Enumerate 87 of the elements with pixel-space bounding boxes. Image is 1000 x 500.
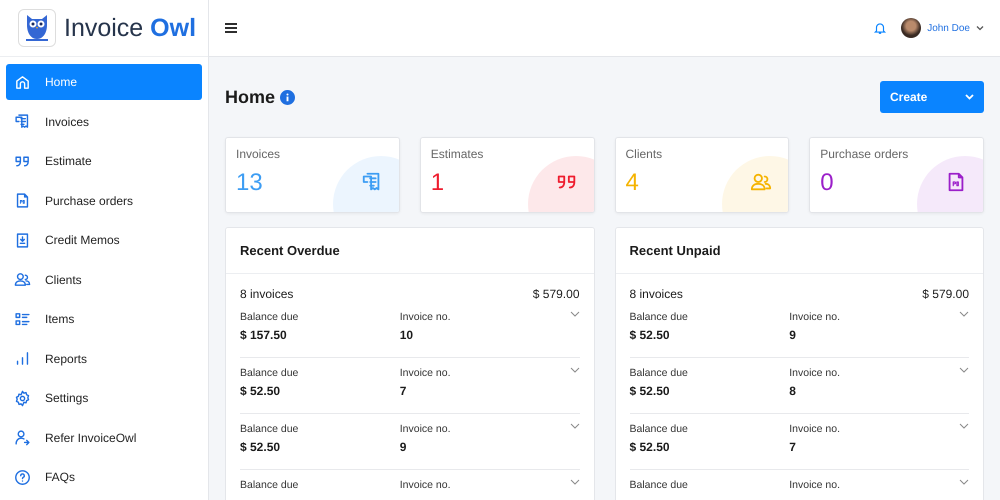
balance-label: Balance due (240, 311, 300, 323)
info-icon[interactable] (280, 90, 296, 104)
stat-card[interactable]: Clients 4 (614, 137, 790, 213)
users-icon (14, 271, 31, 288)
stat-value: 0 (820, 169, 834, 197)
sidebar-item[interactable]: Estimate (6, 143, 202, 179)
list-icon (14, 310, 31, 328)
balance-value: $ 52.50 (630, 328, 671, 342)
sidebar-item[interactable]: Items (6, 301, 202, 337)
balance-label: Balance due (630, 311, 689, 323)
chevron-icon[interactable] (959, 479, 969, 485)
caret-icon (965, 94, 974, 100)
page-title: Home (225, 86, 276, 108)
chevron-icon[interactable] (570, 367, 580, 373)
balance-value: $ 52.50 (630, 440, 671, 454)
invoice-number: 7 (400, 384, 408, 398)
invoice-number: 8 (789, 384, 797, 398)
sidebar-item[interactable]: Home (6, 64, 202, 100)
invoice-number-label: Invoice no. (789, 479, 842, 491)
document-icon (14, 192, 31, 209)
invoice-count: 8 invoices (240, 287, 294, 301)
invoice-number-label: Invoice no. (400, 367, 452, 379)
sidebar-item[interactable]: Invoices (6, 104, 202, 140)
menu-icon[interactable] (225, 23, 237, 33)
bell-icon[interactable] (873, 21, 888, 35)
ledger-icon (14, 232, 31, 248)
stat-label: Estimates (430, 147, 484, 161)
create-button[interactable]: Create (880, 81, 984, 113)
invoice-number-label: Invoice no. (400, 479, 452, 491)
brand-name: Invoice Owl (64, 14, 196, 42)
balance-value: $ 52.50 (240, 440, 282, 454)
chevron-icon[interactable] (570, 311, 580, 317)
home-icon (14, 74, 31, 90)
invoice-number-label: Invoice no. (789, 311, 842, 323)
sidebar-item[interactable]: Clients (6, 262, 202, 298)
stat-card[interactable]: Invoices 13 (225, 137, 400, 213)
balance-label: Balance due (630, 423, 689, 435)
stat-label: Invoices (236, 147, 282, 161)
invoice-number-label: Invoice no. (789, 367, 842, 379)
user-name[interactable]: John Doe (927, 22, 970, 34)
invoice-number-label: Invoice no. (789, 423, 842, 435)
sidebar-item[interactable]: Settings (6, 380, 202, 416)
help-icon (14, 468, 31, 486)
sidebar-item[interactable]: Credit Memos (6, 222, 202, 258)
invoice-number-label: Invoice no. (400, 311, 452, 323)
invoice-number: 9 (400, 440, 408, 454)
stat-card[interactable]: Estimates 1 (420, 137, 594, 213)
invoice-number: 9 (789, 328, 797, 342)
chevron-icon[interactable] (570, 479, 580, 485)
balance-value: $ 157.50 (240, 328, 288, 342)
bar-chart-icon (14, 350, 31, 367)
chevron-icon[interactable] (959, 311, 969, 317)
invoice-number-label: Invoice no. (400, 423, 452, 435)
users-icon (750, 171, 772, 193)
chevron-icon[interactable] (570, 423, 580, 429)
sidebar-item[interactable]: Reports (6, 340, 202, 376)
balance-value: $ 52.50 (240, 384, 282, 398)
stat-value: 4 (626, 169, 639, 197)
chevron-icon[interactable] (959, 367, 969, 373)
sidebar-item[interactable]: Purchase orders (6, 182, 202, 218)
invoice-count: 8 invoices (630, 287, 683, 301)
caret-icon[interactable] (976, 25, 984, 31)
balance-value: $ 52.50 (630, 384, 671, 398)
avatar[interactable] (901, 18, 922, 38)
stat-label: Clients (626, 147, 664, 161)
receipt-icon (14, 113, 31, 130)
balance-label: Balance due (630, 367, 689, 379)
sidebar-item[interactable]: Refer InvoiceOwl (6, 420, 202, 456)
invoice-total: $ 579.00 (532, 287, 580, 301)
sidebar-item[interactable]: FAQs (6, 459, 202, 495)
balance-label: Balance due (240, 479, 300, 491)
balance-label: Balance due (630, 479, 689, 491)
stat-value: 1 (430, 169, 444, 197)
stat-card[interactable]: Purchase orders 0 (809, 137, 984, 213)
panel-title: Recent Overdue (226, 228, 594, 274)
balance-label: Balance due (240, 367, 300, 379)
invoice-number: 7 (789, 440, 797, 454)
chevron-icon[interactable] (959, 423, 969, 429)
invoice-total: $ 579.00 (922, 287, 969, 301)
invoice-number: 10 (400, 328, 414, 342)
settings-icon (14, 390, 31, 406)
owl-logo-icon (18, 9, 56, 47)
balance-label: Balance due (240, 423, 300, 435)
user-share-icon (14, 429, 31, 446)
stat-value: 13 (236, 169, 263, 197)
stat-label: Purchase orders (820, 147, 910, 161)
panel-title: Recent Unpaid (616, 228, 983, 274)
